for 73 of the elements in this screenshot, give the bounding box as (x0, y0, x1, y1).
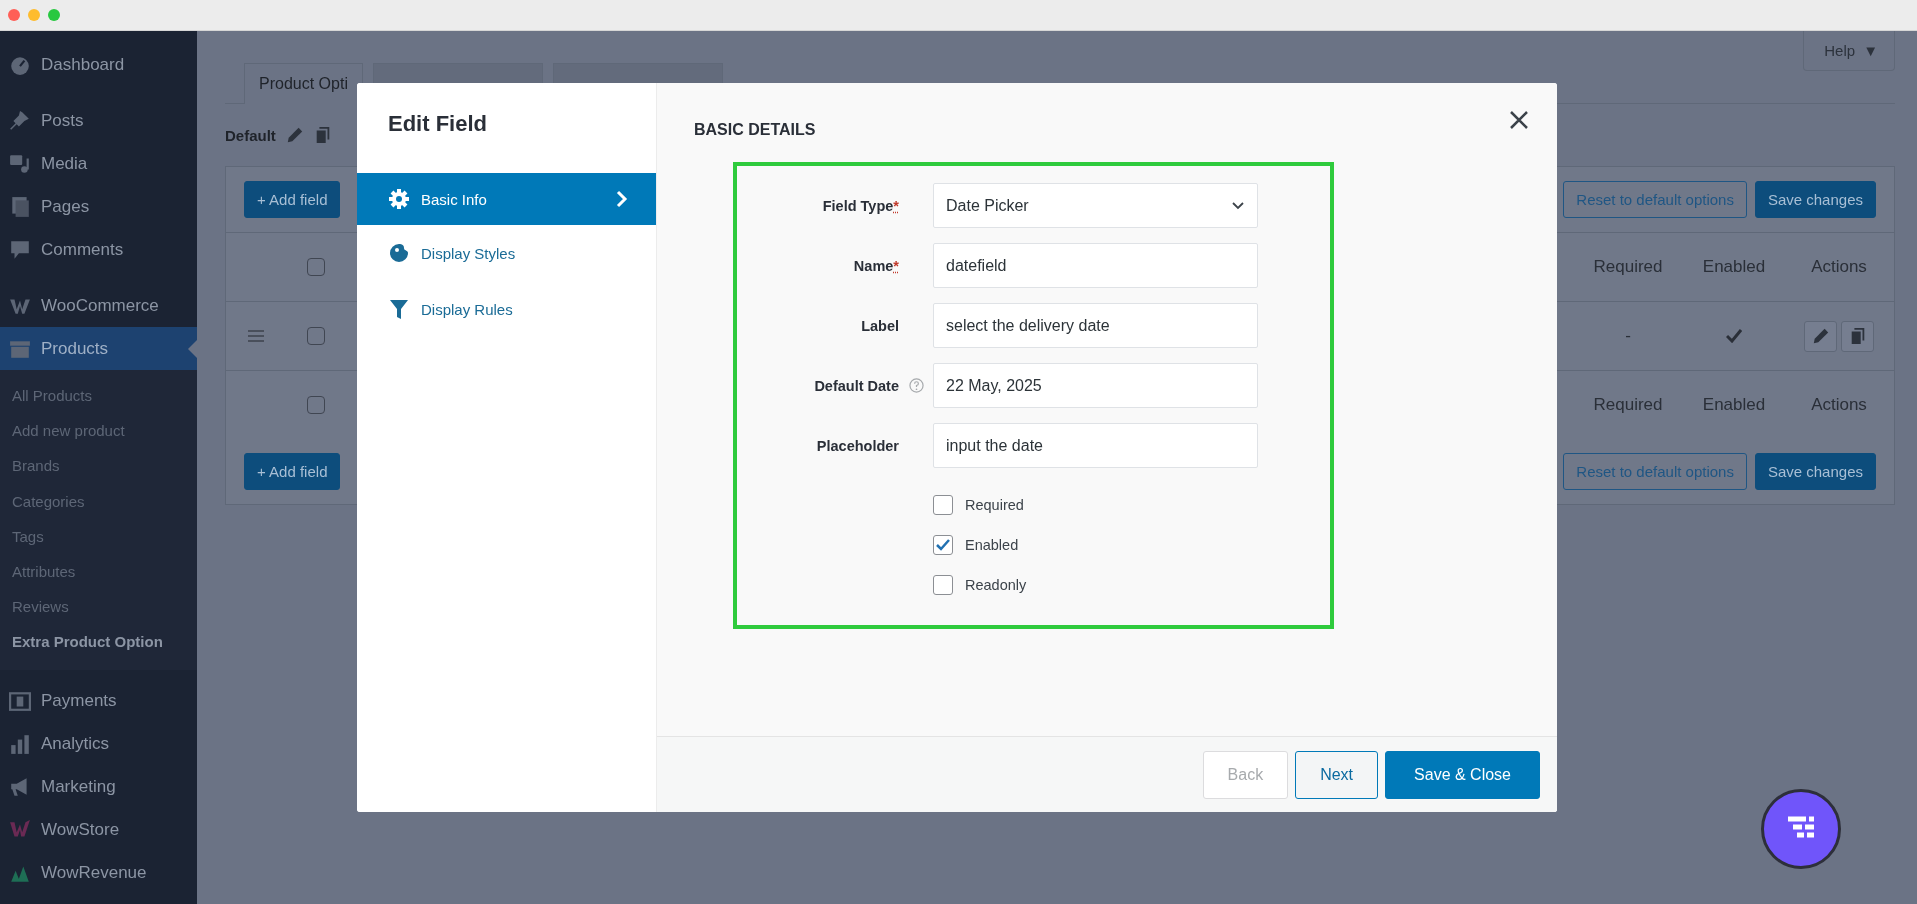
sidebar-item[interactable]: WooCommerce (0, 284, 197, 327)
copy-button[interactable] (1841, 320, 1874, 352)
submenu-item[interactable]: Brands (0, 448, 197, 484)
table-cell: - (1625, 326, 1631, 346)
sidebar-item[interactable]: Dashboard (0, 43, 197, 86)
palette-icon (390, 244, 408, 262)
field-label: Placeholder (816, 437, 899, 454)
sidebar-item[interactable]: Comments (0, 228, 197, 271)
pencil-icon (1811, 327, 1830, 345)
close-icon[interactable] (1508, 109, 1530, 131)
field-label: Name* (853, 257, 899, 274)
checkbox[interactable] (307, 396, 325, 414)
submenu-item[interactable]: Attributes (0, 553, 197, 590)
help-button[interactable]: Help ▼ (1803, 31, 1895, 71)
field-type-select[interactable]: Date Picker (933, 183, 1258, 228)
dialog-button[interactable]: Save & Close (1385, 750, 1540, 799)
input-field[interactable]: datefield (933, 243, 1258, 288)
option-set-name: Default (225, 126, 276, 144)
column-header: Required (1593, 257, 1663, 277)
sidebar-item[interactable]: WowStore (0, 808, 197, 852)
field-label: Default Date (814, 377, 899, 394)
sidebar-item[interactable]: WowRevenue (0, 851, 197, 895)
checkbox-label: Enabled (965, 537, 1019, 553)
help-icon[interactable] (908, 378, 924, 393)
gear-icon (388, 188, 410, 210)
submenu-item[interactable]: Extra Product Option (0, 624, 197, 660)
checkbox[interactable] (933, 575, 953, 595)
column-header: Enabled (1702, 395, 1766, 415)
input-field[interactable]: input the date (933, 423, 1258, 468)
input-field[interactable]: 22 May, 2025 (933, 363, 1258, 408)
submenu-item[interactable]: All Products (0, 378, 197, 414)
dialog-title: Edit Field (387, 110, 488, 138)
column-header: Enabled (1702, 257, 1766, 277)
checkbox[interactable] (307, 258, 325, 276)
submenu-item[interactable]: Tags (0, 518, 197, 554)
close-window-icon[interactable] (8, 9, 20, 21)
input-field[interactable]: select the delivery date (933, 303, 1258, 348)
funnel-icon (390, 300, 408, 319)
tab[interactable]: Product Opti (244, 63, 363, 104)
checkbox-label: Required (965, 497, 1024, 513)
nav-item[interactable]: Basic Info (357, 173, 656, 225)
sidebar-item[interactable]: Marketing (0, 765, 197, 809)
checkbox-label: Readonly (965, 577, 1027, 593)
checkbox[interactable] (307, 327, 325, 345)
submenu-item[interactable]: Reviews (0, 589, 197, 625)
sidebar-item[interactable]: Analytics (0, 722, 197, 766)
field-label: Label (861, 317, 899, 334)
add-field-button[interactable]: + Add field (244, 181, 341, 218)
column-header: Required (1593, 395, 1663, 415)
nav-item[interactable]: Display Rules (357, 281, 656, 337)
maximize-window-icon[interactable] (48, 9, 60, 21)
submenu-item[interactable]: Add new product (0, 413, 197, 449)
sidebar-item[interactable]: Payments (0, 679, 197, 723)
save-changes-button[interactable]: Save changes (1754, 453, 1876, 490)
chevron-right-icon (616, 190, 628, 208)
dialog-button[interactable]: Next (1295, 750, 1379, 799)
edit-button[interactable] (1804, 320, 1837, 352)
section-title: BASIC DETAILS (694, 121, 817, 139)
sidebar-item[interactable]: Pages (0, 185, 197, 228)
checkbox[interactable] (933, 535, 953, 555)
sidebar-item[interactable]: Products (0, 327, 197, 370)
checkbox[interactable] (933, 495, 953, 515)
sidebar-item[interactable]: Media (0, 142, 197, 185)
drag-handle-icon[interactable] (248, 330, 264, 342)
column-header: Actions (1811, 257, 1867, 277)
submenu-item[interactable]: Categories (0, 483, 197, 519)
sidebar-item[interactable]: Posts (0, 99, 197, 142)
nav-item[interactable]: Display Styles (357, 225, 656, 281)
column-header: Actions (1811, 395, 1867, 415)
add-field-button[interactable]: + Add field (244, 453, 341, 490)
save-changes-button[interactable]: Save changes (1754, 181, 1876, 218)
field-label: Field Type* (822, 197, 899, 214)
pencil-icon[interactable] (285, 126, 304, 144)
